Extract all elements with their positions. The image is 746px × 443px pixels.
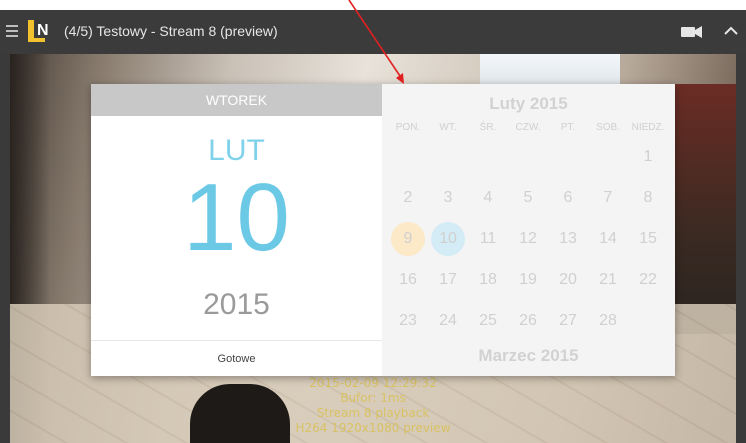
- day-number: 3: [443, 189, 453, 206]
- day-cell[interactable]: 10: [428, 222, 468, 256]
- day-number: 1: [643, 148, 653, 165]
- day-number: 8: [643, 189, 653, 206]
- done-button[interactable]: Gotowe: [91, 340, 382, 377]
- day-number: 14: [599, 230, 617, 247]
- day-number: 5: [523, 189, 533, 206]
- overlay-timestamp: 2015-02-09 12:29:32: [309, 376, 437, 390]
- day-number: 13: [559, 230, 577, 247]
- day-cell[interactable]: 3: [428, 181, 468, 215]
- day-cell[interactable]: 12: [508, 222, 548, 256]
- overlay-codec: H264 1920x1080 preview: [295, 421, 451, 435]
- day-number: 9: [403, 230, 413, 247]
- day-cell[interactable]: 24: [428, 304, 468, 338]
- date-picker-dialog: WTOREK LUT 10 2015 Gotowe Luty 2015 PON.…: [91, 84, 675, 376]
- day-number: 21: [599, 271, 617, 288]
- next-month-title: Marzec 2015: [478, 346, 579, 365]
- day-cell[interactable]: 13: [548, 222, 588, 256]
- month-title: Luty 2015: [489, 94, 568, 113]
- selected-year[interactable]: 2015: [91, 288, 382, 322]
- chevron-up-icon[interactable]: [722, 22, 740, 40]
- day-number: 19: [519, 271, 537, 288]
- day-cell[interactable]: 20: [548, 263, 588, 297]
- day-number: 26: [519, 312, 537, 329]
- day-number: 12: [519, 230, 537, 247]
- day-number: 23: [399, 312, 417, 329]
- day-number: 25: [479, 312, 497, 329]
- screenshot-top-margin: [0, 0, 746, 10]
- day-number: 15: [639, 230, 657, 247]
- day-cell[interactable]: 18: [468, 263, 508, 297]
- weekday-label: ŚR.: [479, 122, 497, 133]
- weekday-label: SOB.: [596, 122, 620, 133]
- weekday-label: PT.: [560, 122, 576, 133]
- title-bar: N (4/5) Testowy - Stream 8 (preview): [0, 10, 746, 54]
- hamburger-icon[interactable]: [6, 25, 18, 39]
- day-number: 20: [559, 271, 577, 288]
- day-cell[interactable]: 1: [628, 140, 668, 174]
- day-cell[interactable]: 5: [508, 181, 548, 215]
- day-cell[interactable]: 25: [468, 304, 508, 338]
- day-cell[interactable]: 22: [628, 263, 668, 297]
- selected-weekday: WTOREK: [91, 84, 382, 116]
- day-number: 27: [559, 312, 577, 329]
- video-camera-icon[interactable]: [680, 24, 704, 40]
- day-number: 6: [563, 189, 573, 206]
- svg-text:N: N: [37, 22, 49, 39]
- day-number: 22: [639, 271, 657, 288]
- day-cell[interactable]: 14: [588, 222, 628, 256]
- month-calendar: Luty 2015 PON. WT. ŚR. CZW. PT. SOB. NIEDZ. 12…: [382, 84, 675, 376]
- day-cell[interactable]: 26: [508, 304, 548, 338]
- weekday-label: PON.: [395, 122, 421, 133]
- day-cell[interactable]: 7: [588, 181, 628, 215]
- overlay-stream: Stream 8 playback: [316, 406, 430, 420]
- selected-day[interactable]: 10: [91, 168, 382, 268]
- app-logo: N: [26, 17, 54, 45]
- date-picker-header: WTOREK LUT 10 2015 Gotowe: [91, 84, 382, 376]
- day-cell[interactable]: 16: [388, 263, 428, 297]
- day-cell[interactable]: 4: [468, 181, 508, 215]
- day-number: 24: [439, 312, 457, 329]
- day-number: 7: [603, 189, 613, 206]
- day-number: 16: [399, 271, 417, 288]
- day-cell[interactable]: 6: [548, 181, 588, 215]
- day-number: 17: [439, 271, 457, 288]
- day-cell[interactable]: 9: [388, 222, 428, 256]
- day-number: 4: [483, 189, 493, 206]
- day-cell[interactable]: 19: [508, 263, 548, 297]
- day-cell[interactable]: 21: [588, 263, 628, 297]
- day-cell[interactable]: 27: [548, 304, 588, 338]
- weekday-header-row: PON. WT. ŚR. CZW. PT. SOB. NIEDZ.: [382, 122, 675, 136]
- day-number: 11: [479, 230, 497, 247]
- window-title: (4/5) Testowy - Stream 8 (preview): [64, 23, 278, 39]
- weekday-label: WT.: [439, 122, 457, 133]
- day-number: 2: [403, 189, 413, 206]
- overlay-buffer: Bufor: 1ms: [340, 391, 406, 405]
- selected-month[interactable]: LUT: [91, 134, 382, 168]
- day-number: 28: [599, 312, 617, 329]
- day-cell[interactable]: 15: [628, 222, 668, 256]
- day-number: 10: [439, 230, 457, 247]
- day-cell[interactable]: 8: [628, 181, 668, 215]
- day-cell[interactable]: 28: [588, 304, 628, 338]
- day-cell[interactable]: 17: [428, 263, 468, 297]
- weekday-label: NIEDZ.: [631, 122, 665, 133]
- day-cell[interactable]: 2: [388, 181, 428, 215]
- day-cell[interactable]: 23: [388, 304, 428, 338]
- weekday-label: CZW.: [515, 122, 541, 133]
- day-cell[interactable]: 11: [468, 222, 508, 256]
- day-number: 18: [479, 271, 497, 288]
